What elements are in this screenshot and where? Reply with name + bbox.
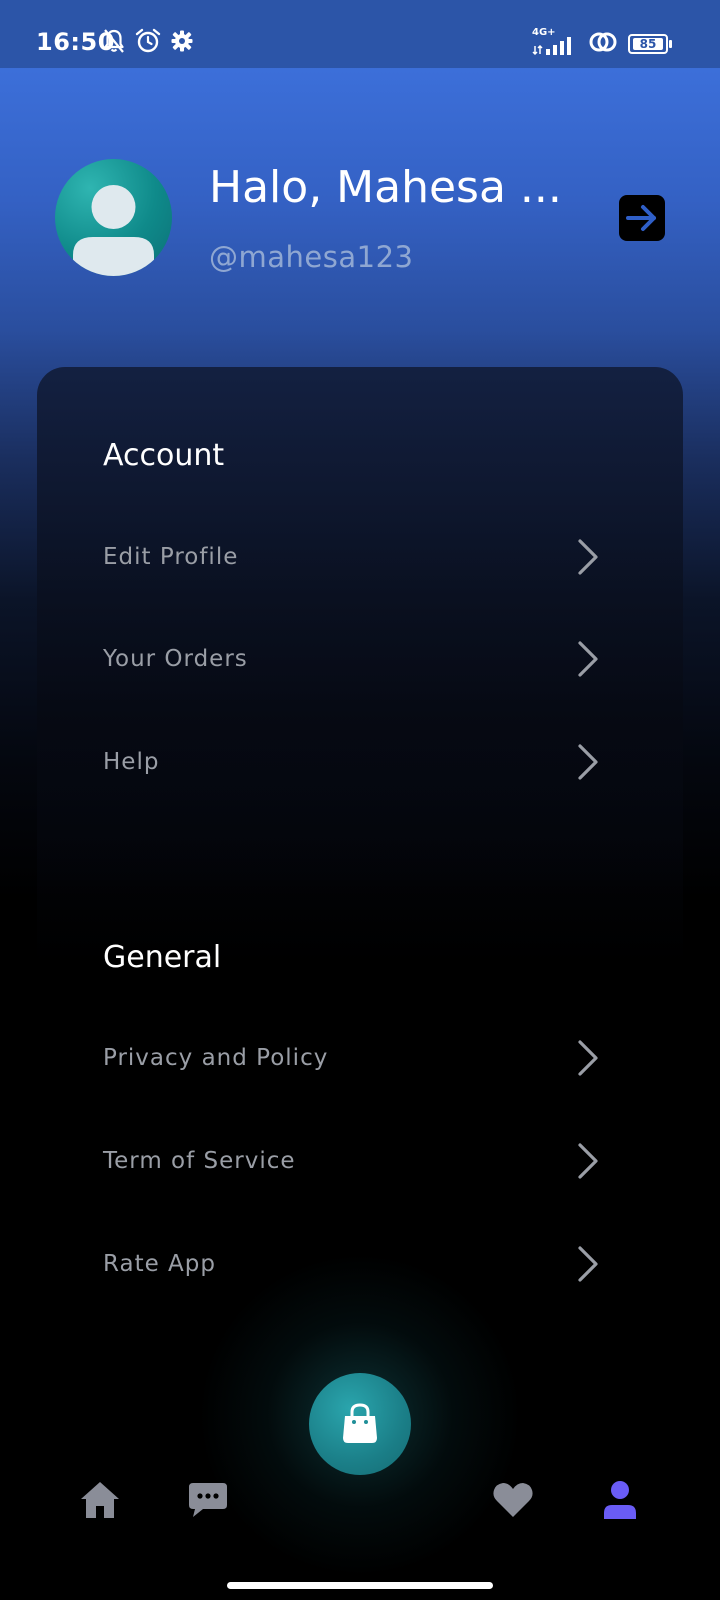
signal-icon: 4G+	[532, 27, 578, 56]
battery-icon: 85	[628, 34, 672, 54]
home-indicator[interactable]	[227, 1582, 493, 1589]
menu-item-term-of-service[interactable]: Term of Service	[103, 1131, 603, 1191]
chevron-right-icon	[573, 742, 603, 782]
menu-item-edit-profile[interactable]: Edit Profile	[103, 527, 603, 587]
settings-gear-icon	[170, 29, 194, 57]
greeting-title: Halo, Mahesa ...	[209, 162, 562, 213]
chevron-right-icon	[573, 639, 603, 679]
nav-home[interactable]	[75, 1475, 125, 1525]
menu-item-label: Your Orders	[103, 646, 248, 672]
chat-bubble-icon	[189, 1483, 227, 1517]
settings-card	[37, 367, 683, 1367]
section-title-general: General	[103, 940, 222, 975]
battery-level: 85	[633, 38, 663, 50]
logout-arrow-icon	[626, 205, 656, 231]
heart-icon	[493, 1483, 533, 1517]
hotspot-link-icon	[588, 30, 618, 58]
menu-item-label: Help	[103, 749, 160, 775]
status-bar: 16:50 4G+ 85	[0, 0, 720, 68]
menu-item-label: Edit Profile	[103, 544, 239, 570]
status-icons-left	[102, 28, 194, 58]
chevron-right-icon	[573, 537, 603, 577]
default-user-avatar-icon	[73, 185, 154, 276]
menu-item-label: Term of Service	[103, 1148, 296, 1174]
logout-button[interactable]	[619, 195, 665, 241]
chevron-right-icon	[573, 1141, 603, 1181]
menu-item-privacy-policy[interactable]: Privacy and Policy	[103, 1028, 603, 1088]
section-title-account: Account	[103, 438, 225, 473]
username-handle: @mahesa123	[209, 240, 414, 274]
home-icon	[81, 1482, 119, 1518]
status-icons-right: 4G+ 85	[532, 27, 672, 58]
chevron-right-icon	[573, 1244, 603, 1284]
nav-profile[interactable]	[595, 1475, 645, 1525]
menu-item-label: Privacy and Policy	[103, 1045, 329, 1071]
alarm-icon	[134, 28, 162, 58]
shopping-bag-icon	[343, 1403, 377, 1443]
nav-shop-fab[interactable]	[309, 1373, 411, 1475]
menu-item-label: Rate App	[103, 1251, 216, 1277]
nav-chat[interactable]	[183, 1475, 233, 1525]
menu-item-help[interactable]: Help	[103, 732, 603, 792]
menu-item-your-orders[interactable]: Your Orders	[103, 629, 603, 689]
user-icon	[604, 1481, 636, 1519]
bell-off-icon	[102, 28, 126, 58]
avatar[interactable]	[55, 159, 172, 276]
chevron-right-icon	[573, 1038, 603, 1078]
nav-wishlist[interactable]	[488, 1475, 538, 1525]
